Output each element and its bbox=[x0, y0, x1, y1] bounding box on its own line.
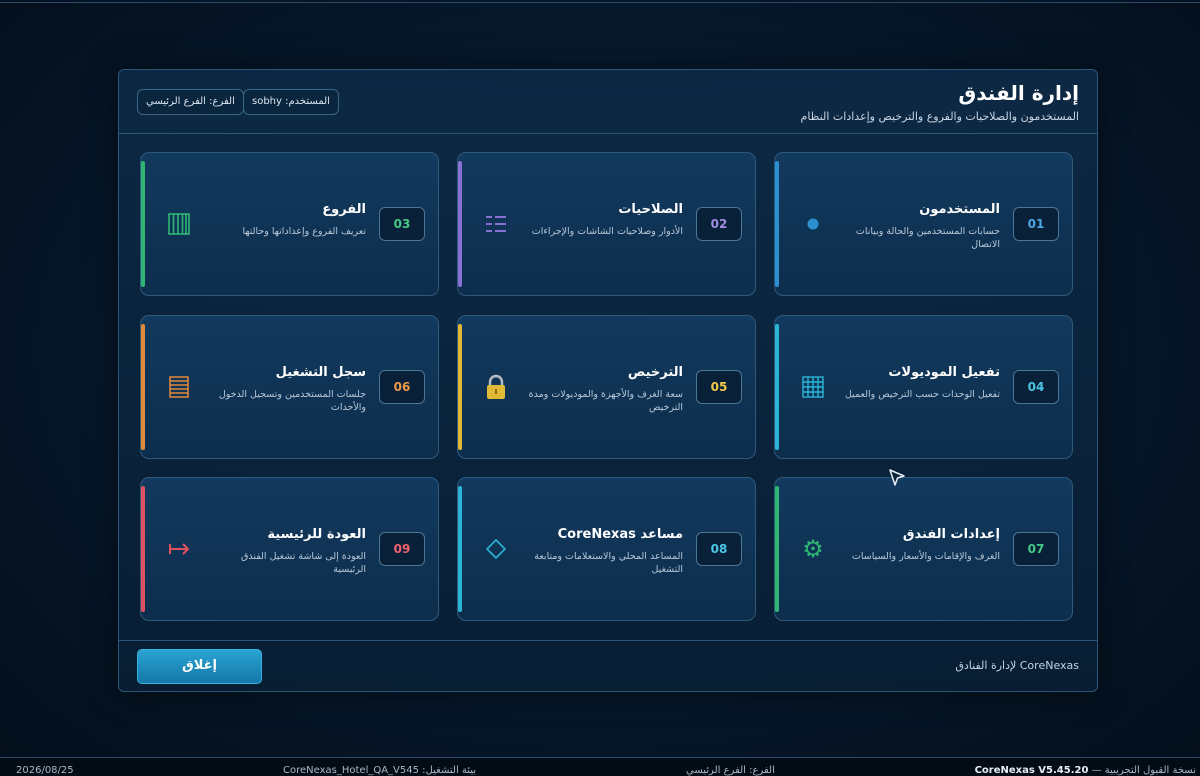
card-title: المستخدمون bbox=[919, 202, 1000, 217]
card-description: الأدوار وصلاحيات الشاشات والإجراءات bbox=[531, 226, 683, 237]
card-accent-bar bbox=[775, 486, 779, 612]
card-accent-bar bbox=[458, 486, 462, 612]
gear-icon: ⚙ bbox=[802, 535, 824, 563]
card-corenexas-assistant[interactable]: 08 مساعد CoreNexas المساعد المحلي والاست… bbox=[457, 477, 756, 621]
card-back-home[interactable]: 09 العودة للرئيسية العودة إلى شاشة تشغيل… bbox=[140, 477, 439, 621]
permissions-list-icon bbox=[482, 209, 510, 239]
lock-icon bbox=[482, 372, 510, 402]
card-accent-bar bbox=[458, 324, 462, 450]
user-chip: المستخدم: sobhy bbox=[243, 89, 339, 115]
dialog-subtitle: المستخدمون والصلاحيات والفروع والترخيص و… bbox=[800, 110, 1079, 123]
card-number: 08 bbox=[696, 532, 742, 566]
card-number: 03 bbox=[379, 207, 425, 241]
card-operation-log[interactable]: 06 سجل التشغيل جلسات المستخدمين وتسجيل ا… bbox=[140, 315, 439, 459]
card-number: 05 bbox=[696, 370, 742, 404]
card-accent-bar bbox=[458, 161, 462, 287]
status-date: 2026/08/25 bbox=[16, 765, 74, 776]
card-number: 07 bbox=[1013, 532, 1059, 566]
branches-icon bbox=[165, 209, 193, 239]
card-number: 06 bbox=[379, 370, 425, 404]
card-description: المساعد المحلي والاستعلامات ومتابعة التش… bbox=[534, 551, 683, 575]
card-title: مساعد CoreNexas bbox=[557, 527, 683, 542]
card-accent-bar bbox=[141, 161, 145, 287]
card-permissions[interactable]: 02 الصلاحيات الأدوار وصلاحيات الشاشات وا… bbox=[457, 152, 756, 296]
card-number: 04 bbox=[1013, 370, 1059, 404]
status-bar: 2026/08/25 بيئة التشغيل: CoreNexas_Hotel… bbox=[0, 757, 1200, 776]
branch-chip: الفرع: الفرع الرئيسي bbox=[137, 89, 244, 115]
status-version: نسخة القبول التجريبية — CoreNexas V5.45.… bbox=[975, 765, 1196, 776]
card-accent-bar bbox=[141, 486, 145, 612]
card-description: تعريف الفروع وإعداداتها وحالتها bbox=[242, 226, 366, 237]
mouse-cursor-icon bbox=[889, 469, 905, 486]
card-title: إعدادات الفندق bbox=[902, 527, 1000, 542]
card-description: حسابات المستخدمين والحالة وبيانات الاتصا… bbox=[855, 226, 1000, 250]
close-button[interactable]: إغلاق bbox=[137, 649, 262, 684]
back-arrow-icon bbox=[165, 534, 193, 564]
modules-grid-icon bbox=[799, 372, 827, 402]
top-divider bbox=[0, 2, 1200, 3]
card-title: العودة للرئيسية bbox=[267, 527, 366, 542]
dialog-header: إدارة الفندق المستخدمون والصلاحيات والفر… bbox=[119, 70, 1097, 134]
card-description: تفعيل الوحدات حسب الترخيص والعميل bbox=[844, 389, 1000, 400]
card-branches[interactable]: 03 الفروع تعريف الفروع وإعداداتها وحالته… bbox=[140, 152, 439, 296]
card-title: الترخيص bbox=[627, 365, 683, 380]
assistant-diamond-icon bbox=[482, 534, 510, 564]
card-description: الغرف والإقامات والأسعار والسياسات bbox=[851, 551, 1000, 562]
card-number: 01 bbox=[1013, 207, 1059, 241]
status-version-prefix: نسخة القبول التجريبية — bbox=[1088, 765, 1196, 776]
log-icon bbox=[165, 372, 193, 402]
hotel-management-dialog: إدارة الفندق المستخدمون والصلاحيات والفر… bbox=[118, 69, 1098, 692]
card-hotel-settings[interactable]: 07 إعدادات الفندق الغرف والإقامات والأسع… bbox=[774, 477, 1073, 621]
card-description: سعة الغرف والأجهزة والموديولات ومدة التر… bbox=[528, 389, 683, 413]
status-version-number: CoreNexas V5.45.20 bbox=[974, 765, 1089, 776]
dialog-title: إدارة الفندق bbox=[958, 81, 1079, 105]
card-accent-bar bbox=[775, 324, 779, 450]
card-title: الفروع bbox=[322, 202, 366, 217]
card-number: 02 bbox=[696, 207, 742, 241]
card-users[interactable]: 01 المستخدمون حسابات المستخدمين والحالة … bbox=[774, 152, 1073, 296]
card-description: العودة إلى شاشة تشغيل الفندق الرئيسية bbox=[241, 551, 366, 575]
card-accent-bar bbox=[141, 324, 145, 450]
card-number: 09 bbox=[379, 532, 425, 566]
card-title: سجل التشغيل bbox=[275, 365, 366, 380]
card-description: جلسات المستخدمين وتسجيل الدخول والأحداث bbox=[218, 389, 366, 413]
status-branch: الفرع: الفرع الرئيسي bbox=[686, 765, 775, 776]
user-dot-icon bbox=[799, 209, 827, 239]
card-accent-bar bbox=[775, 161, 779, 287]
card-title: تفعيل الموديولات bbox=[888, 365, 1000, 380]
footer-brand-text: CoreNexas لإدارة الفنادق bbox=[955, 659, 1079, 672]
card-modules-activation[interactable]: 04 تفعيل الموديولات تفعيل الوحدات حسب ال… bbox=[774, 315, 1073, 459]
dialog-footer: CoreNexas لإدارة الفنادق إغلاق bbox=[119, 640, 1097, 691]
card-license[interactable]: 05 الترخيص سعة الغرف والأجهزة والموديولا… bbox=[457, 315, 756, 459]
card-title: الصلاحيات bbox=[618, 202, 683, 217]
status-environment: بيئة التشغيل: CoreNexas_Hotel_QA_V545 bbox=[283, 765, 477, 776]
